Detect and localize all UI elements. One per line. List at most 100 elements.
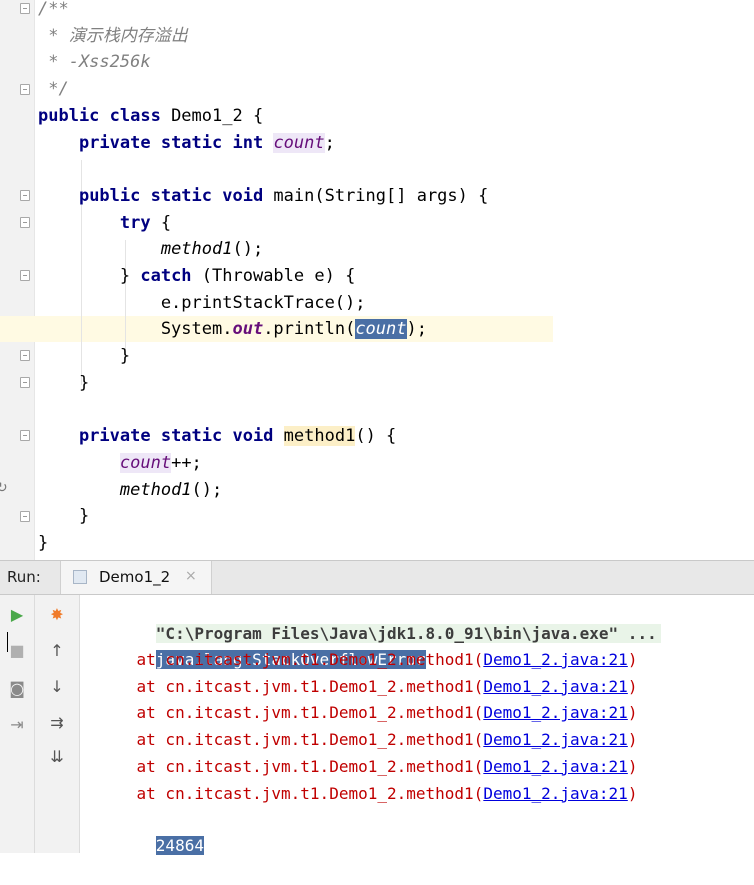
run-toolbar-primary: ▶ ■ ◙ ⇥: [0, 595, 35, 853]
code-token: private static int: [78, 132, 264, 153]
camera-icon[interactable]: ◙: [5, 677, 29, 701]
trace-suffix: ): [627, 676, 638, 696]
run-panel: ▶ ■ ◙ ⇥ ✸ ↑ ↓ ⇉ ⇊ "C:\Program Files\Java…: [0, 595, 754, 855]
code-token: ();: [191, 479, 223, 500]
console-output[interactable]: "C:\Program Files\Java\jdk1.8.0_91\bin\j…: [90, 595, 750, 855]
fold-marker[interactable]: [20, 84, 30, 95]
run-config-icon: [73, 570, 87, 584]
code-token: .println(: [263, 319, 356, 340]
code-token: try: [119, 212, 151, 233]
code-token: */: [38, 79, 69, 100]
fold-marker[interactable]: [20, 430, 30, 441]
source-link[interactable]: Demo1_2.java:21: [483, 730, 628, 749]
source-link[interactable]: Demo1_2.java:21: [483, 703, 628, 722]
code-token: catch: [140, 266, 192, 286]
fold-marker[interactable]: [20, 511, 30, 522]
code-token: public class: [38, 105, 161, 126]
run-tab-label: Demo1_2: [99, 568, 171, 586]
run-toolbar-secondary: ✸ ↑ ↓ ⇉ ⇊: [35, 595, 80, 853]
fold-marker[interactable]: [20, 270, 30, 281]
fold-marker[interactable]: [20, 217, 30, 228]
code-token: }: [38, 372, 90, 393]
code-token: System.: [38, 319, 233, 340]
arrow-down-icon[interactable]: ↓: [45, 675, 69, 699]
run-icon[interactable]: ▶: [5, 603, 29, 627]
trace-suffix: ): [627, 703, 638, 723]
code-text: private static int count;: [38, 130, 335, 156]
code-text: System.out.println(count);: [38, 316, 427, 342]
arrow-up-icon[interactable]: ↑: [45, 639, 69, 663]
debug-icon[interactable]: ✸: [45, 603, 69, 627]
scroll-to-end-icon[interactable]: ⇊: [45, 745, 69, 769]
code-token: }: [38, 533, 49, 553]
code-token: }: [38, 266, 141, 286]
code-token: private static void: [78, 426, 274, 447]
text-cursor: [7, 632, 8, 652]
source-link[interactable]: Demo1_2.java:21: [483, 650, 628, 669]
fold-marker[interactable]: [20, 3, 30, 14]
code-editor[interactable]: ↻ /** * 演示栈内存溢出 * -Xss256k */ public clas…: [0, 0, 754, 560]
code-token: count: [355, 319, 407, 340]
code-token: ();: [232, 239, 264, 260]
fold-marker[interactable]: [20, 377, 30, 388]
trace-suffix: ): [627, 756, 638, 776]
stack-trace-line: at cn.itcast.jvm.t1.Demo1_2.method1(Demo…: [98, 674, 638, 700]
close-icon[interactable]: ×: [185, 568, 197, 584]
code-token: count: [119, 452, 172, 473]
code-text: public class Demo1_2 {: [38, 103, 263, 129]
source-link[interactable]: Demo1_2.java:21: [483, 784, 628, 803]
stack-trace-line: at cn.itcast.jvm.t1.Demo1_2.method1(Demo…: [98, 727, 638, 753]
stack-trace-line: at cn.itcast.jvm.t1.Demo1_2.method1(Demo…: [98, 647, 638, 673]
code-text: count++;: [38, 450, 202, 476]
trace-suffix: ): [627, 730, 638, 750]
trace-suffix: ): [627, 650, 638, 669]
code-text: */: [38, 76, 69, 102]
code-token: ;: [324, 132, 335, 153]
code-token: count: [273, 132, 325, 153]
output-value: 24864: [155, 836, 204, 855]
code-text: * 演示栈内存溢出: [38, 23, 188, 49]
code-text: }: [38, 503, 89, 529]
code-token: }: [38, 346, 131, 367]
code-token: ++;: [171, 452, 202, 473]
trace-prefix: at cn.itcast.jvm.t1.Demo1_2.method1(: [98, 730, 484, 750]
code-token: * 演示栈内存溢出: [38, 25, 188, 46]
run-label: Run:: [7, 568, 41, 586]
fold-marker[interactable]: [20, 350, 30, 361]
code-text: }: [38, 530, 48, 556]
trace-prefix: at cn.itcast.jvm.t1.Demo1_2.method1(: [98, 676, 484, 696]
login-icon[interactable]: ⇥: [5, 713, 29, 737]
code-token: method1: [160, 239, 233, 260]
stack-trace-line: at cn.itcast.jvm.t1.Demo1_2.method1(Demo…: [98, 754, 638, 780]
code-text: method1();: [38, 236, 263, 262]
code-token: () {: [355, 426, 397, 447]
code-token: public static void: [78, 185, 264, 206]
console-output-line: 24864: [98, 807, 204, 855]
code-text: e.printStackTrace();: [38, 290, 366, 316]
code-text: } catch (Throwable e) {: [38, 263, 355, 289]
code-token: (Throwable e) {: [191, 266, 356, 286]
code-token: }: [38, 506, 90, 527]
source-link[interactable]: Demo1_2.java:21: [483, 757, 628, 776]
soft-wrap-icon[interactable]: ⇉: [45, 711, 69, 735]
code-token: Demo1_2 {: [160, 105, 264, 126]
code-text: method1();: [38, 477, 222, 503]
run-tab-demo1-2[interactable]: Demo1_2 ×: [60, 561, 212, 594]
source-link[interactable]: Demo1_2.java:21: [483, 677, 628, 696]
code-token: main(String[] args) {: [263, 185, 489, 206]
trace-prefix: at cn.itcast.jvm.t1.Demo1_2.method1(: [98, 703, 484, 723]
code-token: out: [232, 319, 264, 340]
stop-icon[interactable]: ■: [5, 639, 29, 663]
trace-prefix: at cn.itcast.jvm.t1.Demo1_2.method1(: [98, 650, 484, 669]
stack-trace-line: at cn.itcast.jvm.t1.Demo1_2.method1(Demo…: [98, 700, 638, 726]
fold-marker[interactable]: [20, 190, 30, 201]
code-token: * -Xss256k: [38, 52, 151, 73]
code-text: }: [38, 343, 130, 369]
code-text: }: [38, 370, 89, 396]
